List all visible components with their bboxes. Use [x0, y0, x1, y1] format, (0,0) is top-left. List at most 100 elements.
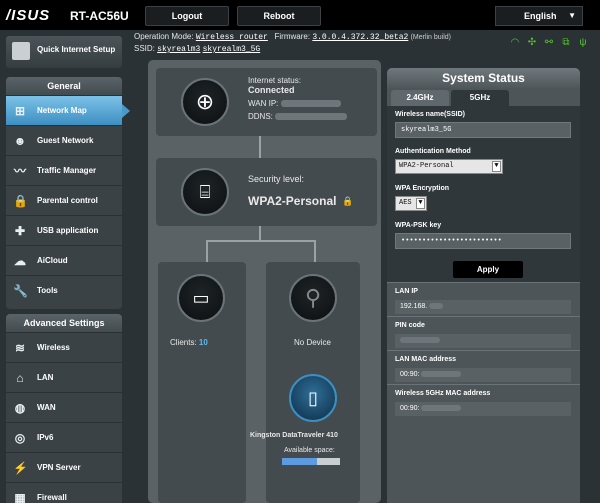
band-tabs: 2.4GHz 5GHz [387, 90, 580, 106]
wl5-mac-text: 00:90: [400, 405, 420, 412]
internet-card[interactable]: ⊕ Internet status: Connected WAN IP: DDN… [156, 68, 377, 136]
tools-icon: 🔧 [13, 284, 28, 298]
reboot-button[interactable]: Reboot [237, 6, 321, 26]
info-strip: Operation Mode: Wireless router Firmware… [128, 30, 600, 58]
divider [387, 384, 580, 385]
router-button[interactable]: ⌸ [181, 168, 229, 216]
clients-count[interactable]: 10 [199, 338, 208, 347]
encryption-select[interactable]: AES ▼ [395, 196, 427, 211]
usb-port-2-button[interactable]: ▯ [289, 374, 337, 422]
router-card[interactable]: ⌸ Security level: WPA2-Personal 🔒 [156, 158, 377, 226]
clients-status-icon[interactable]: ⧉ [561, 38, 571, 48]
usb-device-icon[interactable]: ψ [578, 38, 588, 48]
network-map-panel: ⊕ Internet status: Connected WAN IP: DDN… [148, 60, 381, 503]
ssid-input[interactable]: skyrealm3_5G [395, 122, 571, 138]
sidebar-item-ipv6[interactable]: ◎ IPv6 [6, 422, 122, 452]
chevron-down-icon: ▼ [416, 198, 425, 209]
sidebar-item-vpn-server[interactable]: ⚡ VPN Server [6, 452, 122, 482]
firewall-icon: ▦ [14, 491, 26, 503]
ssid-label: SSID: [134, 44, 155, 53]
general-title: General [6, 77, 122, 95]
advanced-title: Advanced Settings [6, 314, 122, 332]
sidebar-item-tools[interactable]: 🔧 Tools [6, 275, 122, 305]
lan-ip-redacted [429, 303, 444, 310]
clients-card[interactable]: ▭ Clients: 10 [158, 262, 246, 503]
divider [387, 282, 580, 283]
sidebar-item-label: USB application [37, 226, 99, 235]
clients-button[interactable]: ▭ [177, 274, 225, 322]
usb-card[interactable]: ⚲ No Device ▯ Kingston DataTraveler 410 … [250, 262, 360, 503]
sidebar-item-lan[interactable]: ⌂ LAN [6, 362, 122, 392]
divider [387, 350, 580, 351]
sidebar-item-label: Firewall [37, 493, 67, 502]
apply-button[interactable]: Apply [453, 261, 523, 278]
auth-method-select[interactable]: WPA2-Personal ▼ [395, 159, 503, 174]
tab-2-4ghz[interactable]: 2.4GHz [391, 90, 449, 106]
advanced-section: Advanced Settings ≋ Wireless ⌂ LAN ◍ WAN… [6, 314, 122, 503]
ipv6-icon: ◎ [14, 431, 26, 445]
sidebar-item-wan[interactable]: ◍ WAN [6, 392, 122, 422]
sidebar-item-usb-application[interactable]: ✚ USB application [6, 215, 122, 245]
op-mode-link[interactable]: Wireless router [196, 33, 268, 42]
lan-mac-field: LAN MAC address 00:90: [395, 356, 571, 382]
internet-status-label: Internet status: [248, 76, 301, 85]
wifi-status-icon[interactable]: ◠ [510, 38, 520, 48]
connector-line [259, 136, 261, 158]
quick-setup-icon [12, 42, 30, 60]
lan-mac-text: 00:90: [400, 371, 420, 378]
internet-status-value: Connected [248, 85, 295, 95]
sidebar-item-label: Network Map [37, 106, 87, 115]
sidebar-item-network-map[interactable]: ⊞ Network Map [6, 95, 130, 125]
ssid-5-link[interactable]: skyrealm3_5G [203, 45, 261, 54]
language-value: English [524, 11, 557, 21]
sidebar-item-label: Tools [37, 286, 58, 295]
sidebar-item-traffic-manager[interactable]: 〰 Traffic Manager [6, 155, 122, 185]
lan-ip-label: LAN IP [395, 288, 418, 295]
general-section: General ⊞ Network Map ☻ Guest Network 〰 … [6, 77, 130, 309]
lan-mac-redacted [421, 371, 462, 378]
encryption-value: AES [399, 199, 412, 207]
sidebar-item-parental-control[interactable]: 🔒 Parental control [6, 185, 122, 215]
sidebar-item-label: Parental control [37, 196, 98, 205]
psk-field: WPA-PSK key •••••••••••••••••••••••• [395, 222, 571, 249]
quick-setup-label: Quick Internet Setup [37, 45, 116, 54]
connector-line [314, 240, 316, 262]
sidebar: Quick Internet Setup General ⊞ Network M… [0, 30, 130, 503]
aicloud-icon: ☁ [14, 254, 26, 268]
ssid-24-link[interactable]: skyrealm3 [157, 45, 200, 54]
usb-port-1-button[interactable]: ⚲ [289, 274, 337, 322]
firmware-link[interactable]: 3.0.0.4.372.32_beta2 [312, 33, 408, 42]
psk-input[interactable]: •••••••••••••••••••••••• [395, 233, 571, 249]
encryption-field-label: WPA Encryption [395, 185, 450, 192]
no-device-label: No Device [294, 338, 331, 347]
firmware-label: Firmware: [274, 32, 311, 41]
wl5-mac-label: Wireless 5GHz MAC address [395, 390, 491, 397]
ddns-label: DDNS: [248, 112, 273, 121]
auth-method-value: WPA2-Personal [399, 162, 454, 170]
wl5-mac-value: 00:90: [395, 402, 571, 416]
sidebar-item-firewall[interactable]: ▦ Firewall [6, 482, 122, 503]
lan-mac-value: 00:90: [395, 368, 571, 382]
sidebar-item-aicloud[interactable]: ☁ AiCloud [6, 245, 122, 275]
internet-globe-button[interactable]: ⊕ [181, 78, 229, 126]
sidebar-item-guest-network[interactable]: ☻ Guest Network [6, 125, 122, 155]
network-map-icon: ⊞ [14, 104, 26, 118]
clients-row: Clients: 10 [170, 338, 208, 347]
router-model: RT-AC56U [70, 9, 129, 23]
internet-status-icon[interactable]: ✣ [527, 38, 537, 48]
psk-field-label: WPA-PSK key [395, 222, 442, 229]
tab-5ghz[interactable]: 5GHz [451, 90, 509, 106]
sidebar-item-wireless[interactable]: ≋ Wireless [6, 332, 122, 362]
pin-redacted [400, 337, 440, 344]
language-select[interactable]: English ▼ [495, 6, 583, 26]
available-space-label: Available space: [284, 447, 335, 454]
usb-status-icon[interactable]: ⚯ [544, 38, 554, 48]
ssid-field: Wireless name(SSID) skyrealm3_5G [395, 111, 571, 138]
security-label: Security level: [248, 174, 305, 184]
sidebar-item-label: Guest Network [37, 136, 94, 145]
wan-icon: ◍ [14, 401, 26, 415]
quick-internet-setup-button[interactable]: Quick Internet Setup [6, 36, 122, 68]
logout-button[interactable]: Logout [145, 6, 229, 26]
wireless-icon: ≋ [14, 341, 26, 355]
guest-network-icon: ☻ [13, 134, 27, 148]
